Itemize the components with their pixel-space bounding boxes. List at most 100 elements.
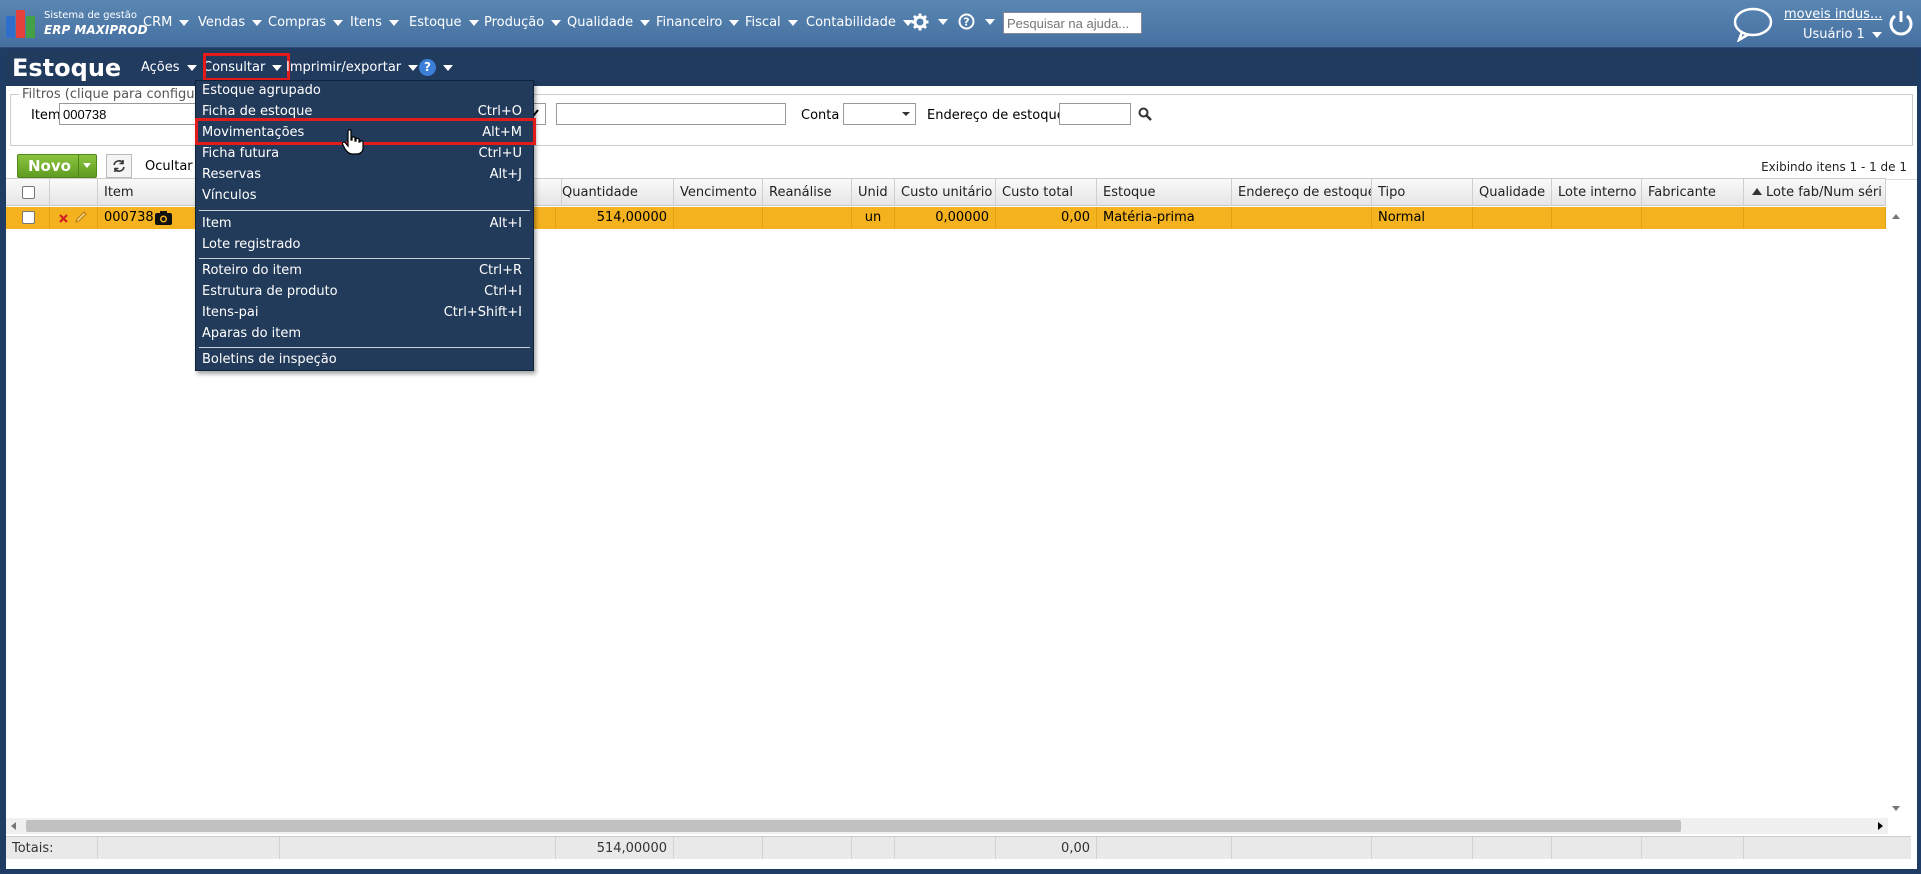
camera-icon[interactable] [154,210,173,226]
help-icon[interactable]: ? [419,59,436,76]
settings-menu[interactable] [911,13,948,31]
scroll-left-icon[interactable] [11,822,16,830]
dd-aparas-do-item[interactable]: Aparas do item [196,324,533,345]
menu-label: Compras [268,15,327,30]
dd-shortcut: Alt+J [489,167,522,182]
cell-reanalise [763,207,852,229]
col-vencimento[interactable]: Vencimento [674,179,763,206]
col-qualidade[interactable]: Qualidade [1473,179,1552,206]
dd-vinculos[interactable]: Vínculos [196,186,533,207]
endereco-filter-input[interactable] [1059,103,1131,125]
logo-text: Sistema de gestão ERP MAXIPROD [44,9,148,37]
menu-label: Vendas [198,15,246,30]
menu-compras[interactable]: Compras [268,15,344,30]
totals-empty [1552,837,1642,859]
acoes-menu[interactable]: Ações [141,60,197,75]
row-actions-cell [50,207,98,229]
dd-item[interactable]: Item Alt+I [196,214,533,235]
vertical-scrollbar[interactable] [1888,207,1905,821]
item-filter-input[interactable] [59,103,209,125]
dd-label: Ficha de estoque [202,104,313,119]
select-all-checkbox[interactable] [22,186,35,199]
col-lote-fab[interactable]: Lote fab/Num séri [1744,179,1886,206]
col-endereco-estoque[interactable]: Endereço de estoque [1232,179,1372,206]
totals-empty [98,837,280,859]
user-menu[interactable]: Usuário 1 [1803,27,1882,42]
col-custo-unitario[interactable]: Custo unitário [895,179,996,206]
conta-filter-label: Conta [801,108,840,123]
chat-icon[interactable] [1733,6,1773,42]
dd-estrutura-de-produto[interactable]: Estrutura de produto Ctrl+I [196,282,533,303]
dd-label: Estrutura de produto [202,284,338,299]
menu-vendas[interactable]: Vendas [198,15,263,30]
totals-quantidade: 514,00000 [556,837,674,859]
menu-qualidade[interactable]: Qualidade [567,15,651,30]
col-custo-total[interactable]: Custo total [996,179,1097,206]
cell-vencimento [674,207,763,229]
power-icon[interactable] [1888,10,1914,36]
dd-ficha-futura[interactable]: Ficha futura Ctrl+U [196,144,533,165]
dd-lote-registrado[interactable]: Lote registrado [196,235,533,256]
cell-fabricante [1642,207,1744,229]
imprimir-label: Imprimir/exportar [286,60,402,75]
dd-shortcut: Ctrl+U [478,146,522,161]
sort-asc-icon [1752,188,1762,195]
totals-custo-total: 0,00 [996,837,1097,859]
select-all-cell [6,179,50,206]
delete-icon[interactable] [59,214,68,223]
row-checkbox[interactable] [22,211,35,224]
scroll-up-icon[interactable] [1892,214,1900,219]
search-icon[interactable] [1138,107,1152,121]
menu-crm[interactable]: CRM [143,15,190,30]
logo-icon [6,8,40,38]
menu-estoque[interactable]: Estoque [409,15,479,30]
dd-reservas[interactable]: Reservas Alt+J [196,165,533,186]
col-quantidade[interactable]: Quantidade [556,179,674,206]
menu-contabilidade[interactable]: Contabilidade [806,15,913,30]
col-reanalise[interactable]: Reanálise [763,179,852,206]
novo-button[interactable]: Novo [17,154,97,178]
pagination-status: Exibindo itens 1 - 1 de 1 [1761,160,1907,174]
cell-lote-fab [1744,207,1886,229]
col-fabricante[interactable]: Fabricante [1642,179,1744,206]
help-dropdown-caret[interactable] [443,60,453,75]
item-description-input[interactable] [556,103,786,125]
col-lote-interno[interactable]: Lote interno [1552,179,1642,206]
horizontal-scroll-thumb[interactable] [26,820,1681,832]
cell-qualidade [1473,207,1552,229]
cell-lote-interno [1552,207,1642,229]
cell-custo-total: 0,00 [996,207,1097,229]
col-tipo[interactable]: Tipo [1372,179,1473,206]
help-menu[interactable]: ? [958,13,995,30]
totals-empty [280,837,556,859]
ocultar-toggle[interactable]: Ocultar t [145,159,202,174]
edit-pencil-icon[interactable] [74,210,88,224]
dd-estoque-agrupado[interactable]: Estoque agrupado [196,81,533,102]
menu-itens[interactable]: Itens [350,15,399,30]
company-link[interactable]: moveis indus... [1784,7,1882,22]
dd-separator [199,347,530,348]
dd-roteiro-do-item[interactable]: Roteiro do item Ctrl+R [196,261,533,282]
top-menu-bar: Sistema de gestão ERP MAXIPROD CRM Venda… [0,0,1921,48]
imprimir-exportar-menu[interactable]: Imprimir/exportar [286,60,419,75]
conta-select[interactable] [843,103,916,125]
scroll-down-icon[interactable] [1892,806,1900,811]
horizontal-scrollbar[interactable] [6,818,1888,834]
scroll-right-icon[interactable] [1878,822,1883,830]
col-unid[interactable]: Unid [852,179,895,206]
totals-empty [674,837,763,859]
col-estoque[interactable]: Estoque [1097,179,1232,206]
refresh-icon [113,159,125,172]
menu-fiscal[interactable]: Fiscal [745,15,798,30]
menu-financeiro[interactable]: Financeiro [656,15,740,30]
menu-label: Itens [350,15,382,30]
dd-boletins-de-inspecao[interactable]: Boletins de inspeção [196,350,533,371]
help-search-input[interactable] [1003,12,1142,34]
cell-item-code: 000738 [104,210,154,225]
row-select-cell [6,207,50,229]
refresh-button[interactable] [106,154,132,178]
dd-itens-pai[interactable]: Itens-pai Ctrl+Shift+I [196,303,533,324]
filters-legend[interactable]: Filtros (clique para configurar) [19,87,222,102]
menu-producao[interactable]: Produção [484,15,562,30]
dd-label: Vínculos [202,188,257,203]
